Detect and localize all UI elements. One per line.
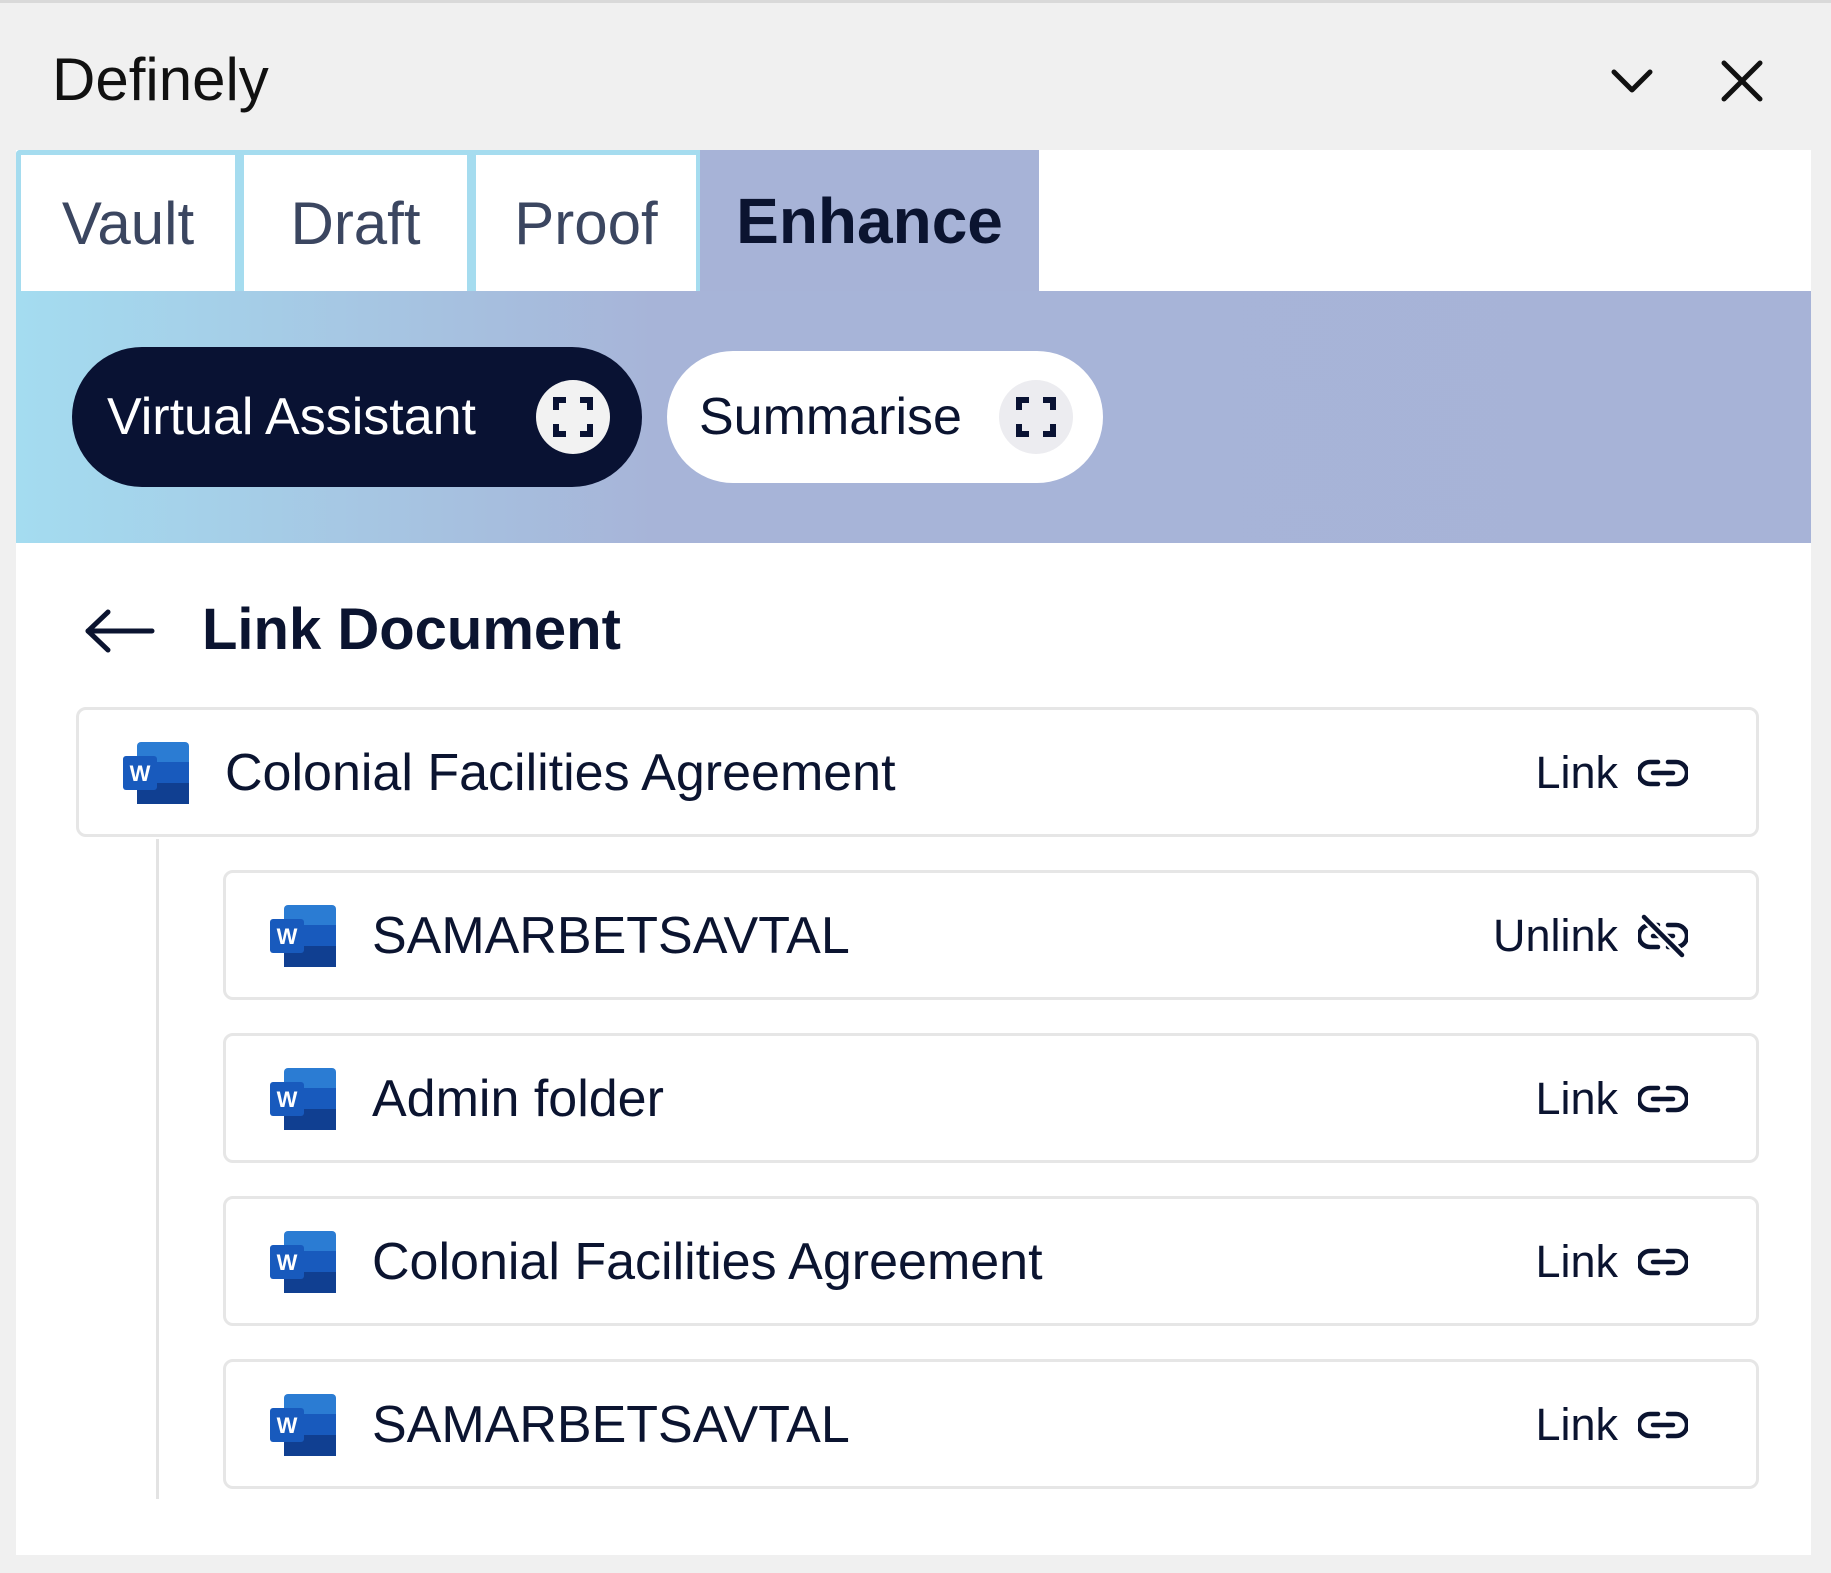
link-button[interactable]: Link — [1535, 1396, 1688, 1454]
virtual-assistant-button[interactable]: Virtual Assistant — [72, 347, 642, 487]
tab-vault[interactable]: Vault — [16, 150, 240, 291]
word-document-icon: W — [123, 742, 189, 804]
link-icon — [1638, 759, 1688, 787]
link-icon — [1638, 1411, 1688, 1439]
link-label: Link — [1535, 1073, 1618, 1124]
back-button[interactable] — [80, 601, 160, 661]
document-row: W SAMARBETSAVTAL Link — [223, 1359, 1759, 1489]
addin-panel: Vault Draft Proof Enhance Virtual Assist… — [16, 150, 1811, 1555]
link-button[interactable]: Link — [1535, 1070, 1688, 1128]
svg-text:W: W — [277, 1087, 298, 1112]
title-bar: Definely — [0, 3, 1831, 150]
tree-connector — [156, 839, 159, 1499]
word-document-icon: W — [270, 1231, 336, 1293]
section-title: Link Document — [202, 597, 621, 662]
document-name: Colonial Facilities Agreement — [372, 1233, 1043, 1291]
document-name: SAMARBETSAVTAL — [372, 907, 850, 965]
word-document-icon: W — [270, 1394, 336, 1456]
svg-text:W: W — [130, 761, 151, 786]
feature-band: Virtual Assistant Summarise — [16, 291, 1811, 543]
link-button[interactable]: Link — [1535, 744, 1688, 802]
link-icon — [1638, 1248, 1688, 1276]
svg-text:W: W — [277, 924, 298, 949]
summarise-label: Summarise — [699, 388, 962, 446]
app-title: Definely — [52, 46, 269, 113]
document-row: W SAMARBETSAVTAL Unlink — [223, 870, 1759, 1000]
document-row-root: W Colonial Facilities Agreement Link — [76, 707, 1759, 837]
document-name: Admin folder — [372, 1070, 664, 1128]
document-row: W Colonial Facilities Agreement Link — [223, 1196, 1759, 1326]
virtual-assistant-label: Virtual Assistant — [107, 388, 477, 446]
document-row: W Admin folder Link — [223, 1033, 1759, 1163]
chevron-down-icon — [1611, 69, 1653, 93]
close-icon — [1721, 60, 1763, 102]
close-button[interactable] — [1706, 45, 1778, 117]
tab-enhance[interactable]: Enhance — [700, 150, 1039, 291]
svg-text:W: W — [277, 1250, 298, 1275]
virtual-assistant-expand-button[interactable] — [536, 380, 610, 454]
word-document-icon: W — [270, 905, 336, 967]
collapse-button[interactable] — [1596, 45, 1668, 117]
tab-draft[interactable]: Draft — [239, 150, 472, 291]
summarise-button[interactable]: Summarise — [667, 351, 1103, 483]
link-document-view: Link Document W Colonial Facilities Agre… — [16, 543, 1811, 1555]
unlink-icon — [1638, 914, 1688, 958]
arrow-left-icon — [85, 609, 155, 653]
expand-icon — [1016, 397, 1056, 437]
unlink-button[interactable]: Unlink — [1493, 907, 1688, 965]
document-name: Colonial Facilities Agreement — [225, 744, 896, 802]
link-button[interactable]: Link — [1535, 1233, 1688, 1291]
word-document-icon: W — [270, 1068, 336, 1130]
link-icon — [1638, 1085, 1688, 1113]
link-label: Link — [1535, 1399, 1618, 1450]
tab-proof[interactable]: Proof — [471, 150, 701, 291]
link-label: Link — [1535, 747, 1618, 798]
link-label: Link — [1535, 1236, 1618, 1287]
document-name: SAMARBETSAVTAL — [372, 1396, 850, 1454]
svg-text:W: W — [277, 1413, 298, 1438]
unlink-label: Unlink — [1492, 910, 1618, 961]
tab-bar: Vault Draft Proof Enhance — [16, 150, 1811, 291]
expand-icon — [553, 397, 593, 437]
summarise-expand-button[interactable] — [999, 380, 1073, 454]
